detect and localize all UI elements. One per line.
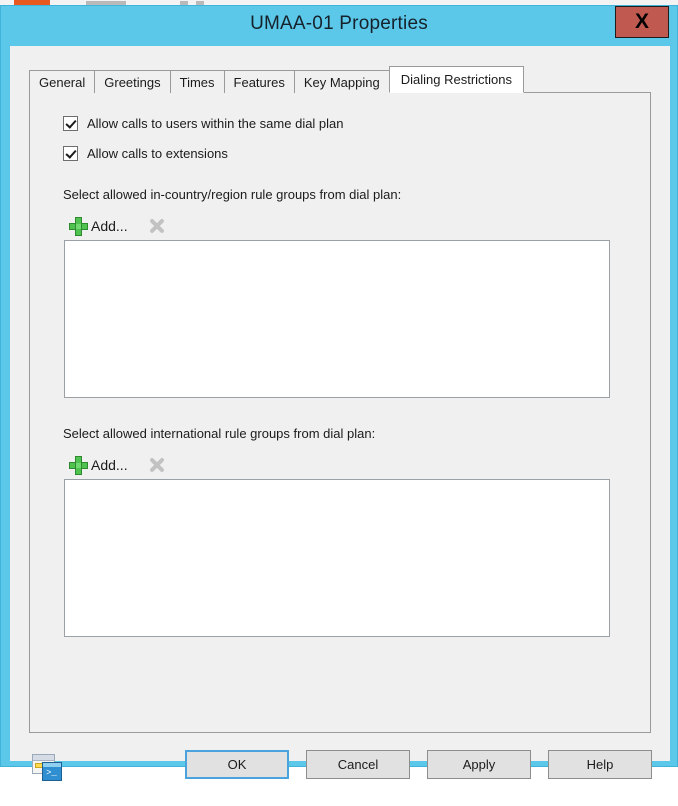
international-add-button[interactable]: Add... <box>68 455 132 476</box>
tab-strip: General Greetings Times Features Key Map… <box>29 66 524 93</box>
green-plus-icon <box>69 216 88 236</box>
powershell-command-log-icon[interactable]: >_ <box>32 754 62 782</box>
close-icon: X <box>634 10 649 33</box>
checkbox-allow-calls-same-dial-plan[interactable]: Allow calls to users within the same dia… <box>63 116 344 131</box>
apply-button[interactable]: Apply <box>427 750 531 779</box>
international-rule-groups-list[interactable] <box>64 479 610 637</box>
checkbox-indicator[interactable] <box>63 116 78 131</box>
tab-times[interactable]: Times <box>169 70 225 93</box>
tab-greetings[interactable]: Greetings <box>94 70 171 93</box>
international-section-label: Select allowed international rule groups… <box>63 426 376 441</box>
international-delete-button <box>146 454 168 476</box>
tab-features[interactable]: Features <box>223 70 295 93</box>
tab-dialing-restrictions[interactable]: Dialing Restrictions <box>388 66 524 93</box>
checkbox-label: Allow calls to users within the same dia… <box>87 116 344 131</box>
in-country-add-label: Add... <box>91 218 128 234</box>
cancel-button[interactable]: Cancel <box>306 750 410 779</box>
dialog-titlebar: UMAA-01 Properties X <box>1 6 677 46</box>
checkbox-indicator[interactable] <box>63 146 78 161</box>
international-toolbar: Add... <box>68 452 168 478</box>
in-country-toolbar: Add... <box>68 213 168 239</box>
properties-dialog: UMAA-01 Properties X General Greetings T… <box>0 5 678 781</box>
international-add-label: Add... <box>91 457 128 473</box>
ok-button[interactable]: OK <box>185 750 289 779</box>
in-country-rule-groups-list[interactable] <box>64 240 610 398</box>
close-button[interactable]: X <box>615 6 669 38</box>
green-plus-icon <box>69 455 88 475</box>
checkbox-allow-calls-to-extensions[interactable]: Allow calls to extensions <box>63 146 228 161</box>
dialog-client-area: General Greetings Times Features Key Map… <box>10 46 670 781</box>
in-country-delete-button <box>146 215 168 237</box>
in-country-section-label: Select allowed in-country/region rule gr… <box>63 187 402 202</box>
dialing-restrictions-panel: Allow calls to users within the same dia… <box>29 92 651 733</box>
tab-general[interactable]: General <box>29 70 96 93</box>
checkbox-label: Allow calls to extensions <box>87 146 228 161</box>
dialog-title: UMAA-01 Properties <box>250 13 428 34</box>
dialog-button-bar: >_ OK Cancel Apply Help <box>10 736 670 806</box>
help-button[interactable]: Help <box>548 750 652 779</box>
tab-key-mapping[interactable]: Key Mapping <box>293 70 390 93</box>
in-country-add-button[interactable]: Add... <box>68 216 132 237</box>
